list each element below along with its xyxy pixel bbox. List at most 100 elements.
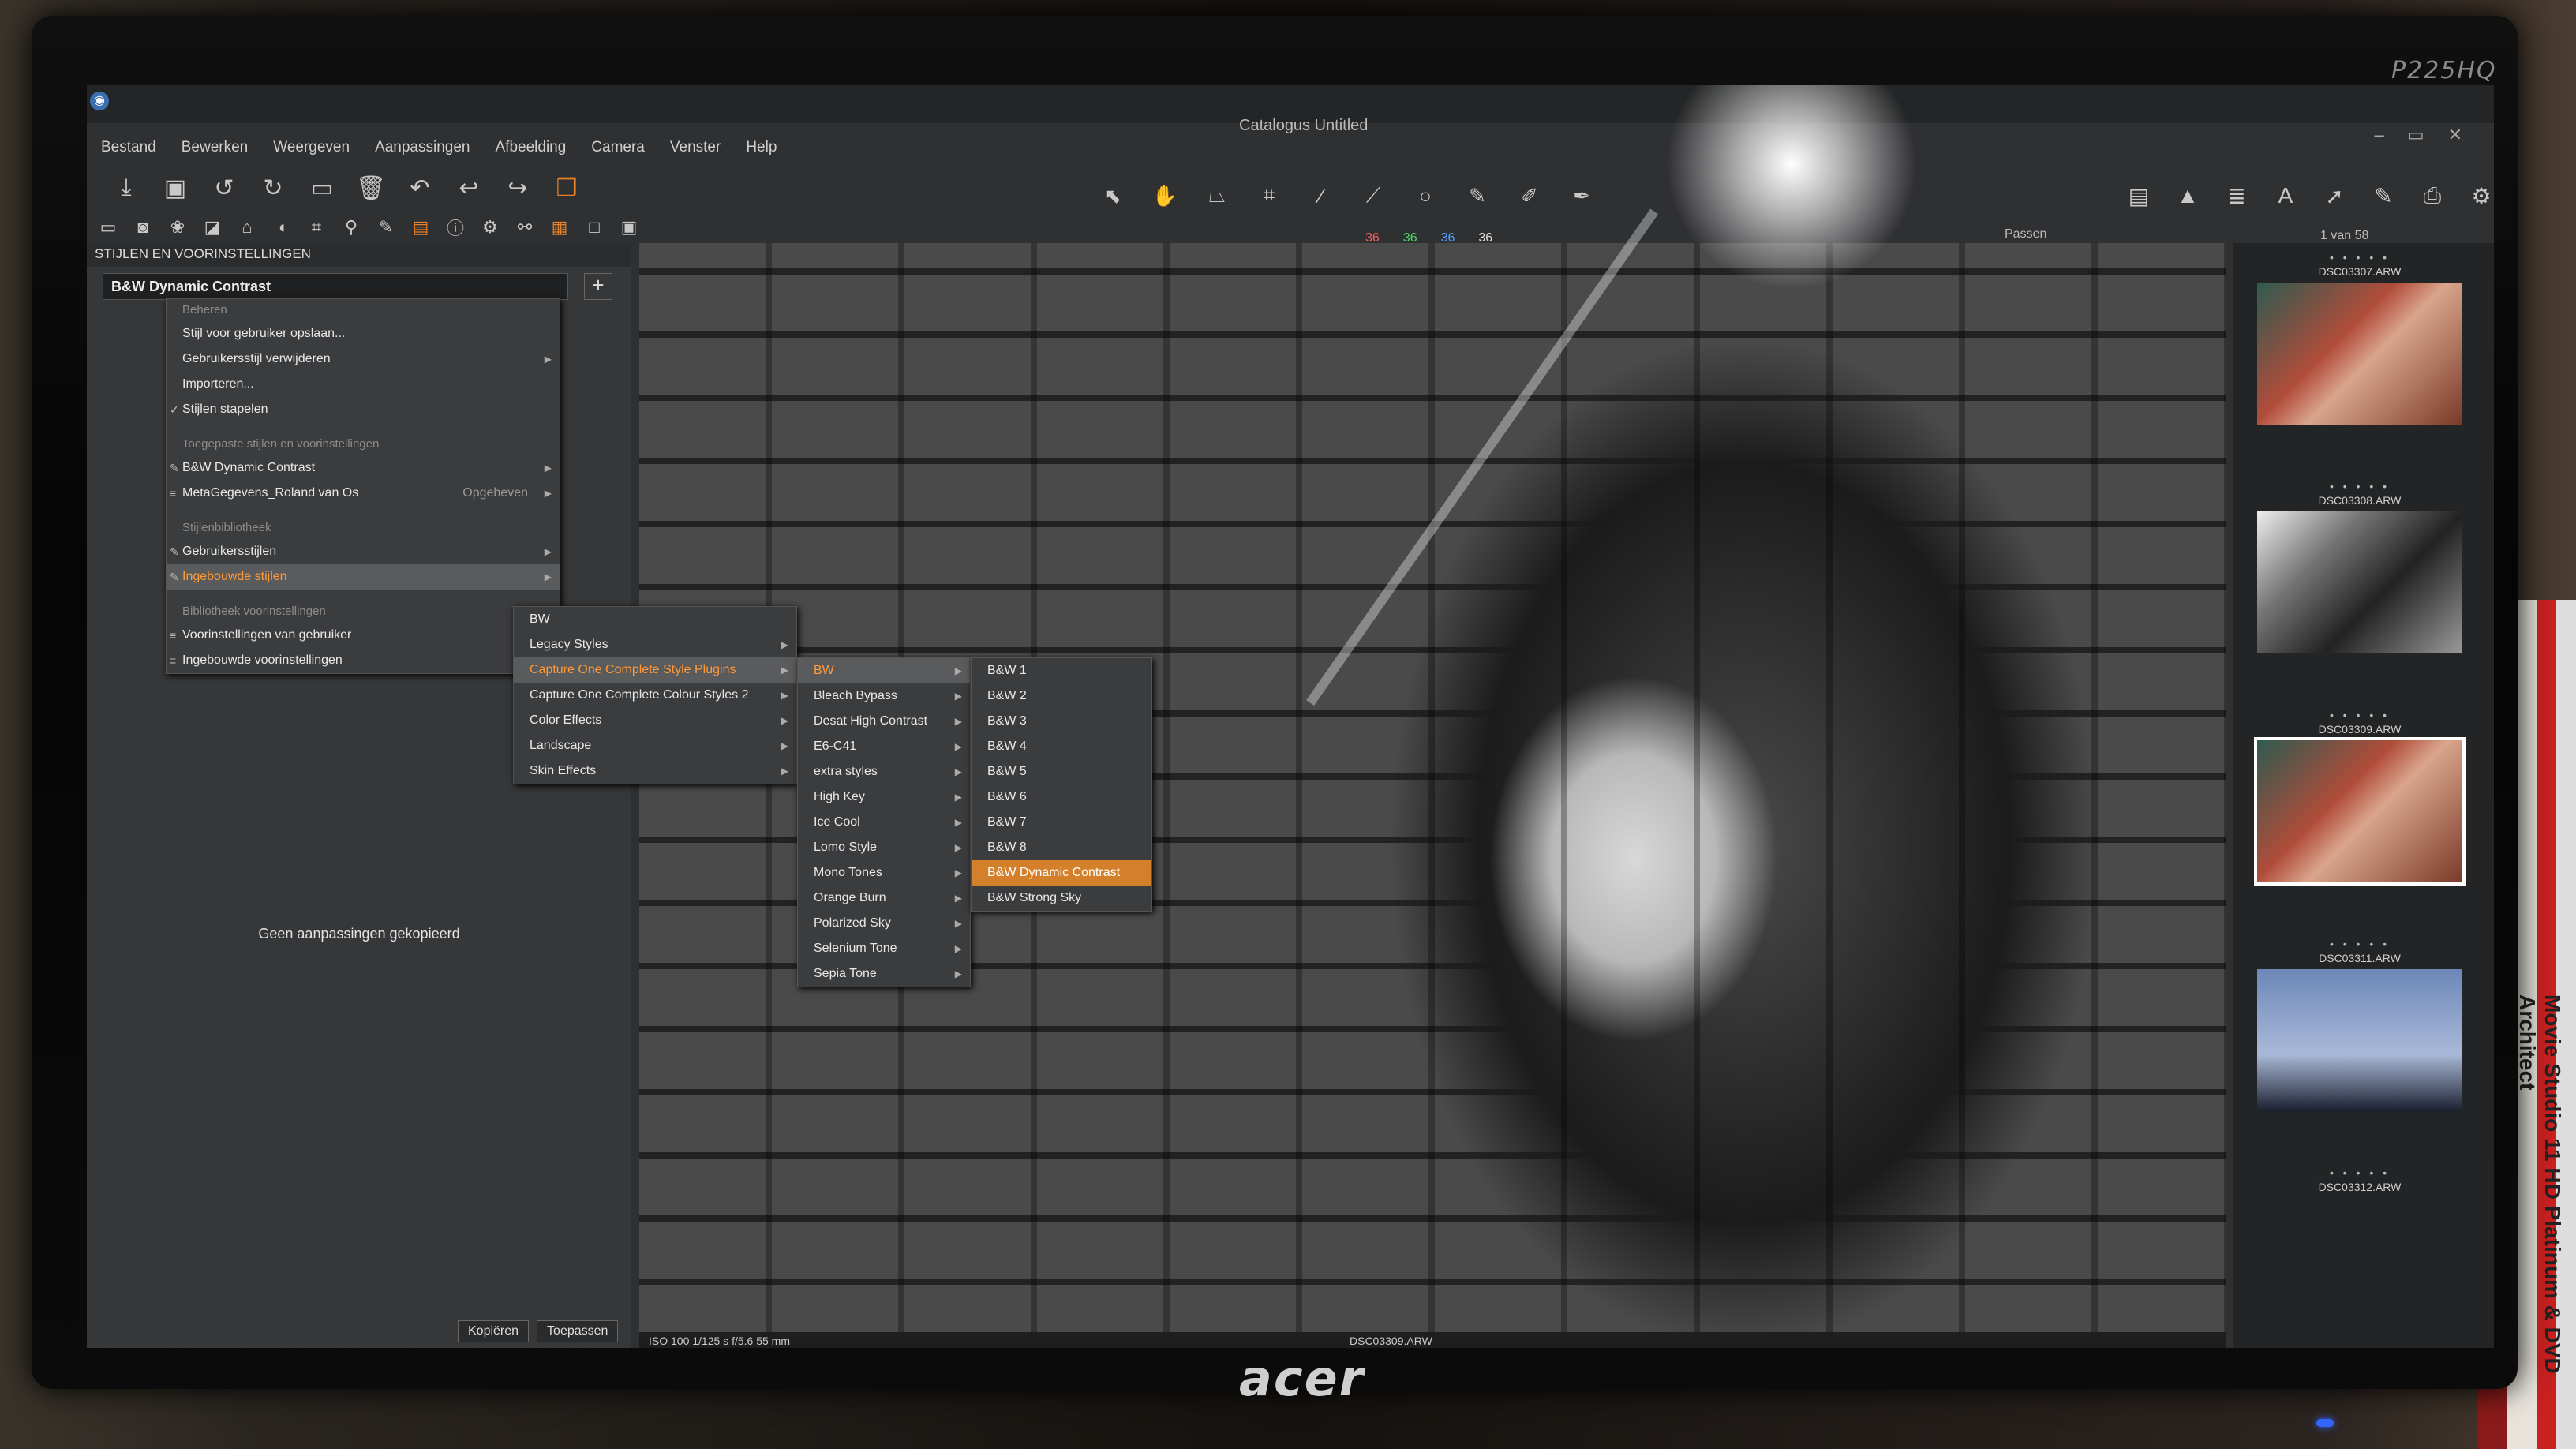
close-button[interactable]: ✕ — [2448, 125, 2462, 145]
thumbnail[interactable]: • • • • • DSC03312.ARW — [2257, 1166, 2462, 1193]
menu-builtin-styles[interactable]: ✎ Ingebouwde stijlen ▶ — [167, 564, 560, 590]
submenu-skin-effects[interactable]: Skin Effects ▶ — [514, 758, 796, 784]
menu-delete-style[interactable]: Gebruikersstijl verwijderen ▶ — [167, 346, 560, 372]
menu-import[interactable]: Importeren... — [167, 372, 560, 397]
menu-aanpassingen[interactable]: Aanpassingen — [372, 133, 473, 164]
single-view-icon[interactable]: □ — [581, 214, 608, 241]
styles-panel-header[interactable]: STIJLEN EN VOORINSTELLINGEN — [87, 243, 631, 267]
bw-style-4[interactable]: B&W 4 — [972, 734, 1151, 759]
menu-builtin-presets[interactable]: ≡Ingebouwde voorinstellingen▶ — [167, 648, 560, 673]
plugins-bleach-bypass[interactable]: Bleach Bypass ▶ — [798, 683, 970, 709]
menu-applied-style-2[interactable]: ≡ MetaGegevens_Roland van Os Opgeheven ▶ — [167, 481, 560, 506]
menu-stack-styles[interactable]: ✓ Stijlen stapelen — [167, 397, 560, 422]
submenu-color-effects[interactable]: Color Effects ▶ — [514, 708, 796, 733]
submenu-legacy-styles[interactable]: Legacy Styles ▶ — [514, 632, 796, 657]
rotate-left-icon[interactable]: ↺ — [208, 172, 240, 204]
menu-weergeven[interactable]: Weergeven — [270, 133, 353, 164]
export-arrow-icon[interactable]: ➚ — [2319, 180, 2350, 212]
metadata-tab-icon[interactable]: ⓘ — [442, 214, 469, 241]
maximize-button[interactable]: ▭ — [2408, 125, 2424, 145]
text-icon[interactable]: A — [2270, 180, 2301, 212]
menu-bewerken[interactable]: Bewerken — [178, 133, 252, 164]
undo-icon[interactable]: ↩ — [453, 172, 485, 204]
folder-icon[interactable]: ▭ — [306, 172, 338, 204]
select-cursor-icon[interactable]: ⬉ — [1097, 180, 1129, 212]
bw-style-1[interactable]: B&W 1 — [972, 658, 1151, 683]
copy-button[interactable]: Kopiëren — [458, 1320, 530, 1342]
apply-button[interactable]: Toepassen — [537, 1320, 619, 1342]
redo-icon[interactable]: ↪ — [502, 172, 534, 204]
add-style-button[interactable]: + — [584, 273, 612, 300]
plugins-selenium-tone[interactable]: Selenium Tone ▶ — [798, 936, 970, 961]
menu-user-presets[interactable]: ≡Voorinstellingen van gebruiker▶ — [167, 623, 560, 648]
plugins-sepia-tone[interactable]: Sepia Tone ▶ — [798, 961, 970, 987]
thumb-rating[interactable]: • • • • • — [2257, 938, 2462, 950]
output-tab-icon[interactable]: ⚙ — [477, 214, 504, 241]
color-tab-icon[interactable]: ❀ — [164, 214, 191, 241]
capture-tab-icon[interactable]: ◙ — [129, 214, 156, 241]
trash-icon[interactable]: 🗑 — [355, 172, 387, 204]
settings-gear-icon[interactable]: ⚙ — [2466, 180, 2494, 212]
plugins-ice-cool[interactable]: Ice Cool ▶ — [798, 810, 970, 835]
thumbnail[interactable]: • • • • • DSC03311.ARW — [2257, 938, 2462, 1111]
thumb-image[interactable] — [2257, 969, 2462, 1111]
edit-icon[interactable]: ✎ — [2368, 180, 2399, 212]
copy-adjustments-icon[interactable]: ❐ — [551, 172, 582, 204]
compare-view-icon[interactable]: ▣ — [616, 214, 642, 241]
plugins-desat-high-contrast[interactable]: Desat High Contrast ▶ — [798, 709, 970, 734]
picker-icon[interactable]: ✒ — [1566, 180, 1597, 212]
plugins-polarized-sky[interactable]: Polarized Sky ▶ — [798, 911, 970, 936]
thumb-image[interactable] — [2257, 283, 2462, 425]
details-tab-icon[interactable]: ⚲ — [338, 214, 365, 241]
brush-icon[interactable]: ✎ — [1462, 180, 1493, 212]
rotate-right-icon[interactable]: ↻ — [257, 172, 289, 204]
thumb-rating[interactable]: • • • • • — [2257, 709, 2462, 721]
bw-style-7[interactable]: B&W 7 — [972, 810, 1151, 835]
menu-help[interactable]: Help — [743, 133, 780, 164]
plugins-e6-c41[interactable]: E6-C41 ▶ — [798, 734, 970, 759]
lens-icon[interactable]: ⟋ — [1357, 180, 1389, 212]
print-icon[interactable]: ⎙ — [2417, 180, 2448, 212]
submenu-complete-colour-styles[interactable]: Capture One Complete Colour Styles 2 ▶ — [514, 683, 796, 708]
fit-label[interactable]: Passen — [2005, 227, 2046, 242]
thumb-image[interactable] — [2257, 511, 2462, 653]
menu-venster[interactable]: Venster — [667, 133, 724, 164]
plugins-high-key[interactable]: High Key ▶ — [798, 784, 970, 810]
thumb-rating[interactable]: • • • • • — [2257, 251, 2462, 264]
warning-icon[interactable]: ▲ — [2172, 180, 2203, 212]
plugins-bw[interactable]: BW ▶ — [798, 658, 970, 683]
bw-style-6[interactable]: B&W 6 — [972, 784, 1151, 810]
menu-save-style[interactable]: Stijl voor gebruiker opslaan... — [167, 321, 560, 346]
camera-icon[interactable]: ▣ — [159, 172, 191, 204]
menu-afbeelding[interactable]: Afbeelding — [492, 133, 570, 164]
thumb-rating[interactable]: • • • • • — [2257, 1166, 2462, 1179]
submenu-bw[interactable]: BW — [514, 607, 796, 632]
bw-style-dynamic-contrast[interactable]: B&W Dynamic Contrast — [972, 860, 1151, 886]
plugins-extra-styles[interactable]: extra styles ▶ — [798, 759, 970, 784]
styles-tab-icon[interactable]: ▤ — [407, 214, 434, 241]
keystone-icon[interactable]: ⏢ — [1201, 180, 1233, 212]
spot-icon[interactable]: ○ — [1410, 180, 1441, 212]
multi-view-icon[interactable]: ▦ — [546, 214, 573, 241]
bw-style-8[interactable]: B&W 8 — [972, 835, 1151, 860]
thumb-image[interactable] — [2254, 737, 2466, 886]
submenu-complete-style-plugins[interactable]: Capture One Complete Style Plugins ▶ — [514, 657, 796, 683]
plugins-orange-burn[interactable]: Orange Burn ▶ — [798, 886, 970, 911]
thumbnail[interactable]: • • • • • DSC03308.ARW — [2257, 480, 2462, 653]
thumbnail[interactable]: • • • • • DSC03307.ARW — [2257, 251, 2462, 425]
eraser-icon[interactable]: ✐ — [1514, 180, 1545, 212]
plugins-mono-tones[interactable]: Mono Tones ▶ — [798, 860, 970, 886]
menu-user-styles[interactable]: ✎ Gebruikersstijlen ▶ — [167, 539, 560, 564]
crop-tab-icon[interactable]: ⌗ — [303, 214, 330, 241]
levels-icon[interactable]: ≣ — [2221, 180, 2252, 212]
brush-tab-icon[interactable]: ✎ — [373, 214, 399, 241]
exposure-tab-icon[interactable]: ◪ — [199, 214, 226, 241]
batch-tab-icon[interactable]: ⚯ — [511, 214, 538, 241]
thumb-rating[interactable]: • • • • • — [2257, 480, 2462, 492]
bw-style-2[interactable]: B&W 2 — [972, 683, 1151, 709]
minimize-button[interactable]: – — [2375, 125, 2384, 145]
pan-hand-icon[interactable]: ✋ — [1149, 180, 1181, 212]
style-select[interactable]: B&W Dynamic Contrast — [103, 273, 568, 300]
import-icon[interactable]: ⤓ — [110, 172, 142, 204]
menu-camera[interactable]: Camera — [588, 133, 648, 164]
